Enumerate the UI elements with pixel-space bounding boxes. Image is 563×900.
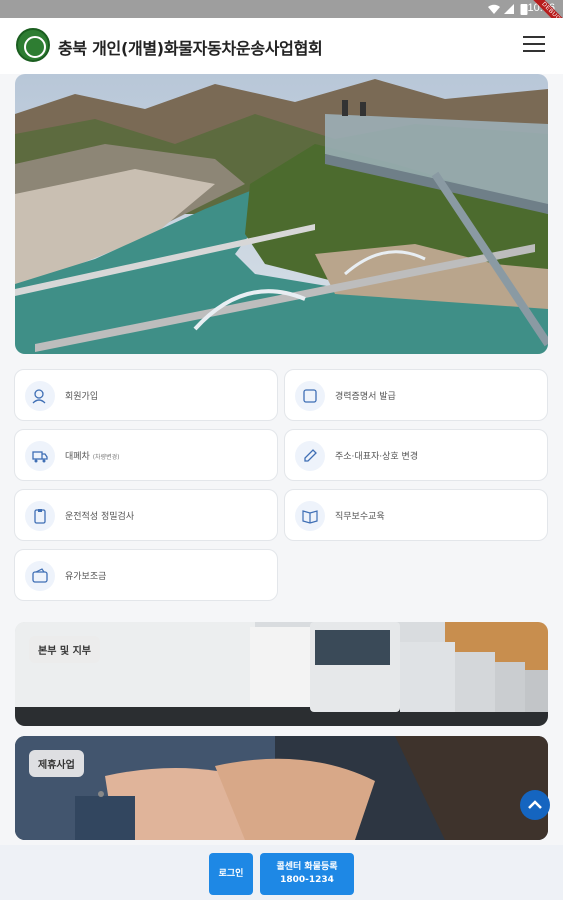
chevron-up-icon [528,800,542,809]
page-title: 충북 개인(개별)화물자동차운송사업협회 [58,39,323,58]
certificate-icon [295,381,325,411]
menu-label: 경력증명서 발급 [335,392,396,402]
menu-career-certificate[interactable]: 경력증명서 발급 [284,369,548,421]
book-icon [295,501,325,531]
menu-job-training[interactable]: 직무보수교육 [284,489,548,541]
wallet-icon [25,561,55,591]
handshake-image [15,736,548,840]
menu-label: 회원가입 [65,392,99,402]
app-header: 충북 개인(개별)화물자동차운송사업협회 [0,18,563,74]
menu-member-join[interactable]: 회원가입 [14,369,278,421]
clipboard-icon [25,501,55,531]
wifi-icon [488,4,500,14]
menu-fuel-subsidy[interactable]: 유가보조금 [14,549,278,601]
bottom-bar: 로그인 콜센터 화물등록 1800-1234 [0,845,563,900]
menu-label: 대폐차 (차량변경) [65,452,120,462]
banner-branches[interactable]: 본부 및 지부 [15,622,548,726]
call-center-button[interactable]: 콜센터 화물등록 1800-1234 [260,853,354,895]
call-center-label: 콜센터 화물등록 [276,862,338,872]
banner-label: 본부 및 지부 [29,636,100,663]
edit-icon [295,441,325,471]
scroll-top-button[interactable] [520,790,550,820]
menu-info-change[interactable]: 주소·대표자·상호 변경 [284,429,548,481]
banner-label: 제휴사업 [29,750,84,777]
menu-label: 운전적성 정밀검사 [65,512,135,522]
status-bar: 10:56 DEBUG [0,0,563,36]
association-logo [16,28,50,62]
login-button[interactable]: 로그인 [209,853,253,895]
banner-partnership[interactable]: 제휴사업 [15,736,548,840]
menu-label: 유가보조금 [65,572,107,582]
hamburger-icon[interactable] [523,36,545,54]
call-center-number: 1800-1234 [280,875,334,885]
hero-image [15,74,548,354]
member-add-icon [25,381,55,411]
menu-aptitude-test[interactable]: 운전적성 정밀검사 [14,489,278,541]
signal-icon [504,4,514,14]
menu-label: 주소·대표자·상호 변경 [335,452,419,462]
menu-label: 직무보수교육 [335,512,385,522]
menu-vehicle-replace[interactable]: 대폐차 (차량변경) [14,429,278,481]
truck-icon [25,441,55,471]
